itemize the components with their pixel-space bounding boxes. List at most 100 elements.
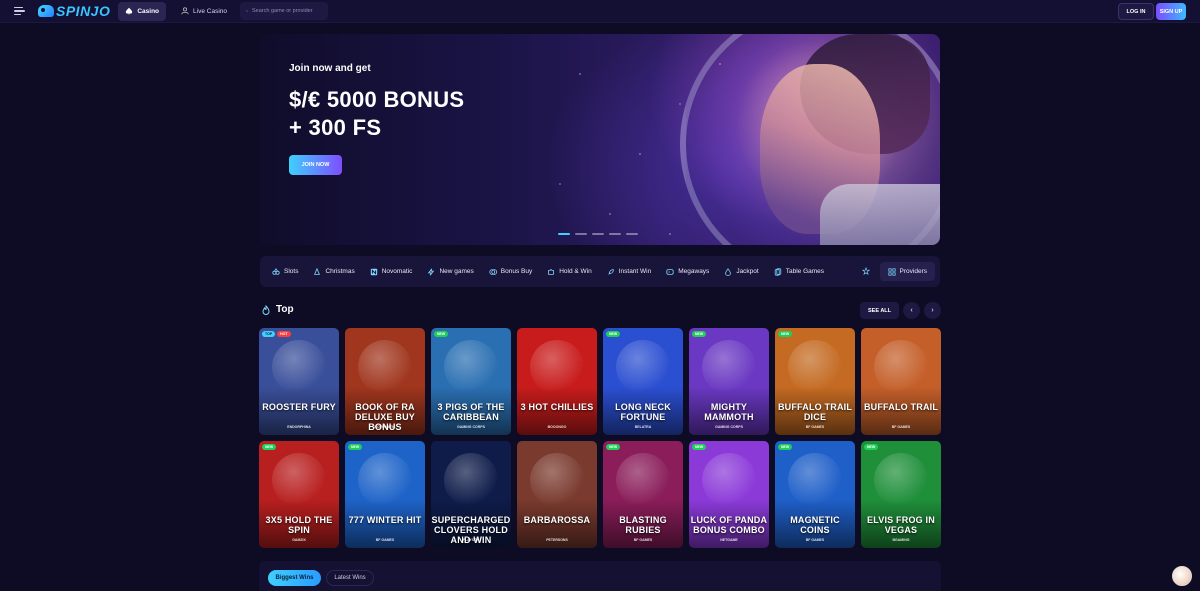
category-label: Jackpot bbox=[736, 268, 759, 275]
game-title: BARBAROSSA bbox=[523, 515, 591, 525]
search-bar[interactable] bbox=[240, 2, 328, 20]
game-provider: GAMZIX bbox=[292, 538, 306, 542]
chevron-left-icon: ‹ bbox=[910, 307, 913, 314]
hero-suit-art bbox=[820, 184, 940, 245]
game-card[interactable]: SUPERCHARGED CLOVERS HOLD AND WIN PLAYSON bbox=[431, 441, 511, 548]
search-icon bbox=[246, 10, 248, 12]
game-provider: GAMING CORPS bbox=[457, 425, 485, 429]
game-card[interactable]: NEW BLASTING RUBIES BF GAMES bbox=[603, 441, 683, 548]
search-input[interactable] bbox=[252, 8, 322, 14]
hero-pre-title: Join now and get bbox=[289, 63, 371, 74]
top-header: SPINJO Casino Live Casino LOG IN SIGN UP bbox=[0, 0, 1200, 23]
game-title: ROOSTER FURY bbox=[262, 402, 336, 412]
game-art bbox=[530, 340, 584, 394]
section-title-text: Top bbox=[276, 304, 294, 315]
game-art bbox=[616, 453, 670, 507]
category-more[interactable] bbox=[862, 267, 870, 275]
game-card[interactable]: NEW MAGNETIC COINS BF GAMES bbox=[775, 441, 855, 548]
slots-icon bbox=[272, 267, 280, 275]
category-hold-win[interactable]: Hold & Win bbox=[547, 268, 592, 276]
game-card[interactable]: TOP HOT ROOSTER FURY ENDORPHINA bbox=[259, 328, 339, 435]
game-card[interactable]: BARBAROSSA PETERSONS bbox=[517, 441, 597, 548]
spade-icon bbox=[126, 7, 133, 15]
bolt-icon bbox=[428, 268, 435, 275]
badge-group: NEW bbox=[692, 444, 707, 450]
join-now-button[interactable]: JOIN NOW bbox=[289, 155, 342, 175]
fire-icon bbox=[262, 304, 270, 315]
badge-group: NEW bbox=[778, 444, 793, 450]
badge-group: NEW bbox=[606, 331, 621, 337]
category-slots[interactable]: Slots bbox=[272, 267, 298, 276]
category-instant-win[interactable]: Instant Win bbox=[607, 268, 651, 276]
game-provider: NOVOMATIC bbox=[374, 425, 396, 429]
tab-live-casino[interactable]: Live Casino bbox=[174, 2, 234, 21]
hero-title-line1: $/€ 5000 BONUS bbox=[289, 87, 465, 112]
game-card[interactable]: 3 HOT CHILLIES BOOONGO bbox=[517, 328, 597, 435]
carousel-dot[interactable] bbox=[575, 233, 587, 235]
game-provider: BF GAMES bbox=[891, 425, 911, 429]
badge-new: NEW bbox=[778, 444, 793, 450]
category-christmas[interactable]: Christmas bbox=[313, 267, 355, 276]
category-megaways[interactable]: Megaways bbox=[666, 268, 709, 276]
carousel-dot[interactable] bbox=[626, 233, 638, 235]
game-card[interactable]: BOOK OF RA DELUXE BUY BONUS NOVOMATIC bbox=[345, 328, 425, 435]
carousel-dot[interactable] bbox=[592, 233, 604, 235]
game-provider: BELATRA bbox=[634, 425, 652, 429]
game-card[interactable]: NEW MIGHTY MAMMOTH GAMING CORPS bbox=[689, 328, 769, 435]
category-jackpot[interactable]: Jackpot bbox=[724, 267, 759, 276]
category-bar: Slots Christmas Novomatic New games Bonu… bbox=[260, 256, 940, 287]
tab-live-casino-label: Live Casino bbox=[193, 7, 227, 15]
category-new-games[interactable]: New games bbox=[427, 268, 474, 276]
login-button[interactable]: LOG IN bbox=[1118, 3, 1154, 20]
game-art bbox=[788, 453, 842, 507]
chat-avatar-button[interactable] bbox=[1172, 566, 1192, 586]
game-card[interactable]: NEW 3X5 HOLD THE SPIN GAMZIX bbox=[259, 441, 339, 548]
category-bonus-buy[interactable]: Bonus Buy bbox=[489, 268, 532, 276]
game-art bbox=[874, 340, 928, 394]
tab-casino[interactable]: Casino bbox=[118, 1, 167, 21]
game-card[interactable]: NEW 3 PIGS OF THE CARIBBEAN GAMING CORPS bbox=[431, 328, 511, 435]
tab-biggest-wins[interactable]: Biggest Wins bbox=[268, 570, 321, 586]
game-title: LONG NECK FORTUNE bbox=[615, 402, 671, 422]
game-card[interactable]: NEW LONG NECK FORTUNE BELATRA bbox=[603, 328, 683, 435]
game-card[interactable]: NEW ELVIS FROG IN VEGAS BGAMING bbox=[861, 441, 941, 548]
carousel-dot[interactable] bbox=[558, 233, 570, 235]
grid-icon bbox=[887, 267, 896, 276]
dealer-icon bbox=[181, 7, 189, 15]
prev-arrow-button[interactable]: ‹ bbox=[903, 302, 920, 319]
game-provider: BF GAMES bbox=[805, 538, 825, 542]
rocket-icon bbox=[608, 268, 614, 275]
game-title: BUFFALO TRAIL bbox=[863, 402, 939, 412]
carousel-dot[interactable] bbox=[609, 233, 621, 235]
game-title: 3X5 HOLD THE SPIN bbox=[265, 515, 333, 535]
game-art bbox=[530, 453, 584, 507]
game-title: MAGNETIC COINS bbox=[790, 515, 840, 535]
badge-new: NEW bbox=[348, 444, 363, 450]
next-arrow-button[interactable]: › bbox=[924, 302, 941, 319]
game-card[interactable]: NEW 777 WINTER HIT BF GAMES bbox=[345, 441, 425, 548]
logo[interactable]: SPINJO bbox=[38, 3, 110, 19]
game-art bbox=[702, 453, 756, 507]
providers-button[interactable]: Providers bbox=[879, 262, 935, 281]
tab-latest-wins[interactable]: Latest Wins bbox=[326, 570, 374, 586]
hero-banner[interactable]: Join now and get $/€ 5000 BONUS + 300 FS… bbox=[260, 34, 940, 245]
game-provider: BF GAMES bbox=[805, 425, 825, 429]
hero-title: $/€ 5000 BONUS + 300 FS bbox=[289, 86, 464, 142]
logo-icon bbox=[38, 5, 54, 17]
signup-button[interactable]: SIGN UP bbox=[1156, 3, 1186, 20]
game-card[interactable]: NEW BUFFALO TRAIL DICE BF GAMES bbox=[775, 328, 855, 435]
game-provider: ENDORPHINA bbox=[287, 425, 311, 429]
game-card[interactable]: BUFFALO TRAIL BF GAMES bbox=[861, 328, 941, 435]
game-provider: BF GAMES bbox=[633, 538, 653, 542]
category-table-games[interactable]: Table Games bbox=[774, 267, 824, 276]
puzzle-icon bbox=[548, 268, 555, 275]
game-title: 3 HOT CHILLIES bbox=[520, 402, 594, 412]
game-card[interactable]: NEW LUCK OF PANDA BONUS COMBO NETGAME bbox=[689, 441, 769, 548]
game-provider: BOOONGO bbox=[547, 425, 567, 429]
category-novomatic[interactable]: Novomatic bbox=[370, 268, 412, 276]
badge-group: NEW bbox=[692, 331, 707, 337]
badge-hot: HOT bbox=[277, 331, 291, 337]
see-all-button[interactable]: SEE ALL bbox=[860, 302, 899, 319]
badge-new: NEW bbox=[606, 331, 621, 337]
menu-icon[interactable] bbox=[14, 2, 32, 20]
